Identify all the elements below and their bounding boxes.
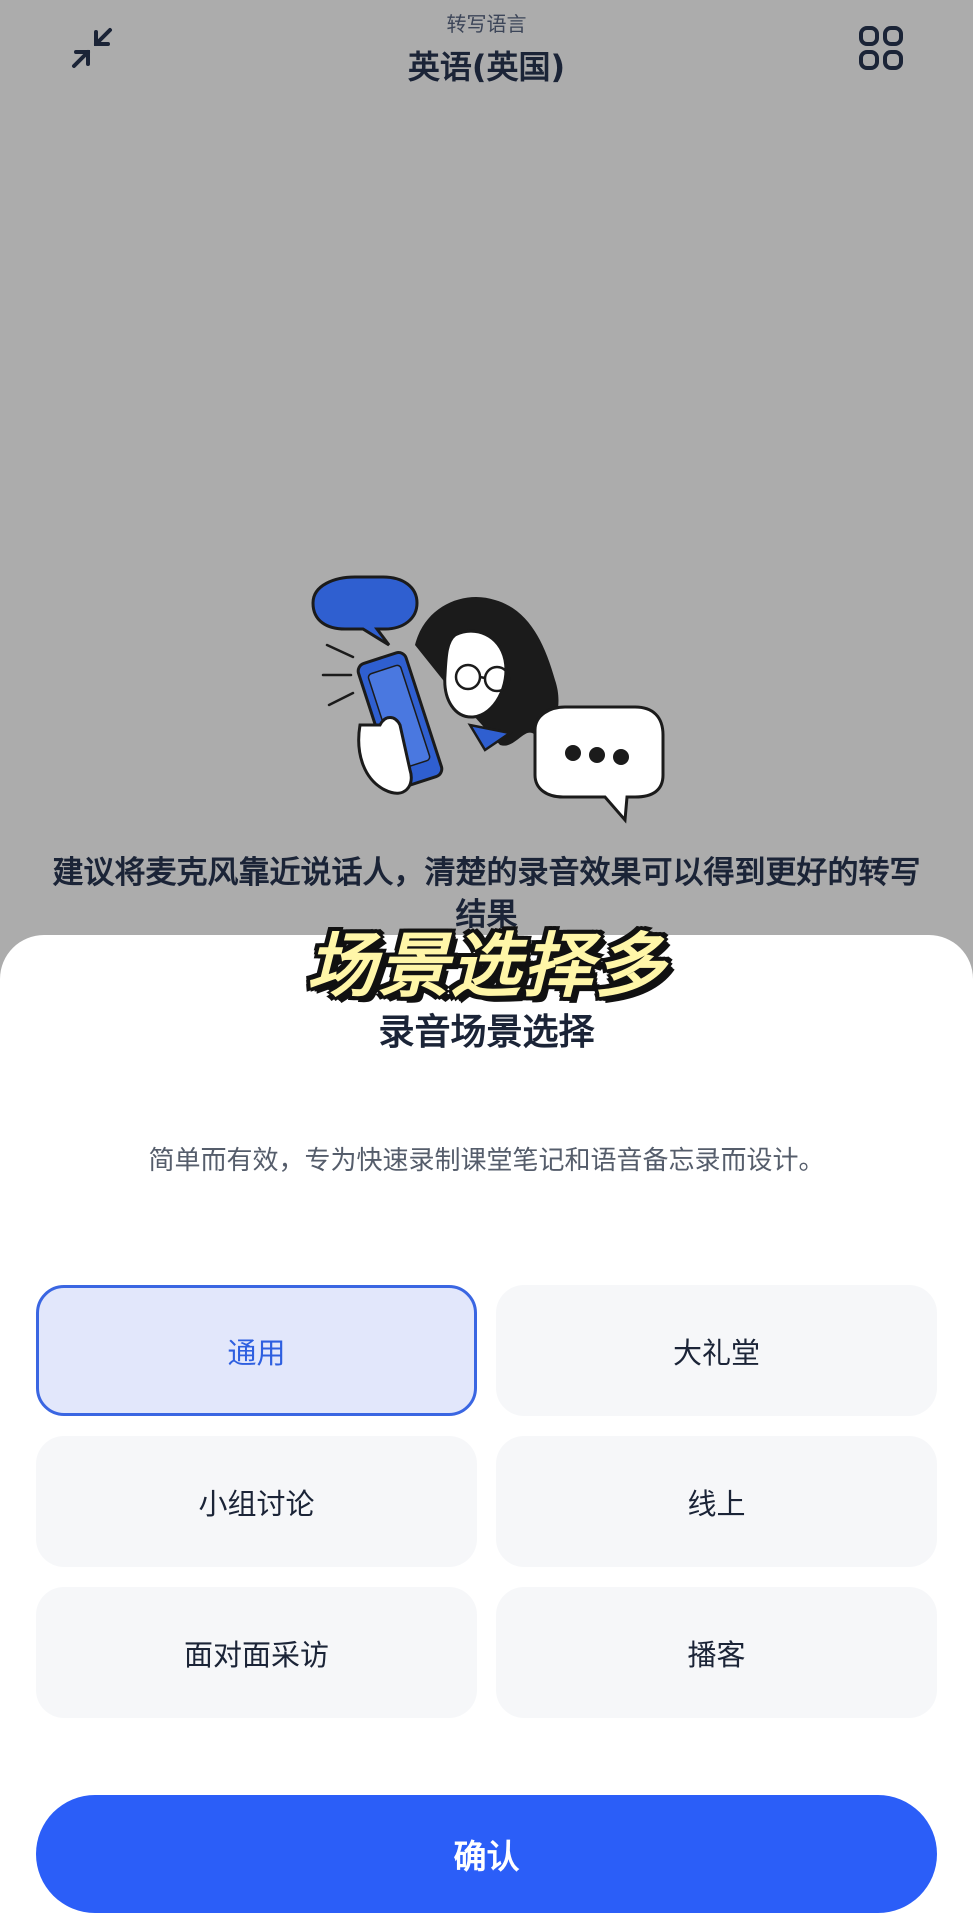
scene-option-group-discussion[interactable]: 小组讨论 — [36, 1436, 477, 1567]
scene-options: 通用 大礼堂 小组讨论 线上 面对面采访 播客 — [36, 1285, 937, 1718]
video-caption-overlay: 场景选择多 — [306, 925, 667, 1007]
transcribe-language-label: 转写语言 — [446, 12, 527, 36]
scene-option-general[interactable]: 通用 — [36, 1285, 477, 1416]
scene-option-online[interactable]: 线上 — [496, 1436, 937, 1567]
grid-apps-icon — [859, 26, 903, 70]
language-selector[interactable]: 英语(英国) — [0, 42, 973, 88]
recording-scene-sheet: 录音场景选择 简单而有效，专为快速录制课堂笔记和语音备忘录而设计。 通用 大礼堂… — [0, 935, 973, 1920]
top-bar: 转写语言 英语(英国) — [0, 0, 973, 100]
scene-option-interview[interactable]: 面对面采访 — [36, 1587, 477, 1718]
scene-option-podcast[interactable]: 播客 — [496, 1587, 937, 1718]
apps-button[interactable] — [849, 16, 913, 80]
speaker-illustration — [311, 575, 665, 824]
screen: 转写语言 英语(英国) 建议将麦克风靠近说话人，清楚的录音效果可以得到更好的转写… — [0, 0, 973, 1920]
confirm-button[interactable]: 确认 — [36, 1795, 937, 1913]
scene-description: 简单而有效，专为快速录制课堂笔记和语音备忘录而设计。 — [148, 1146, 825, 1176]
scene-option-auditorium[interactable]: 大礼堂 — [496, 1285, 937, 1416]
